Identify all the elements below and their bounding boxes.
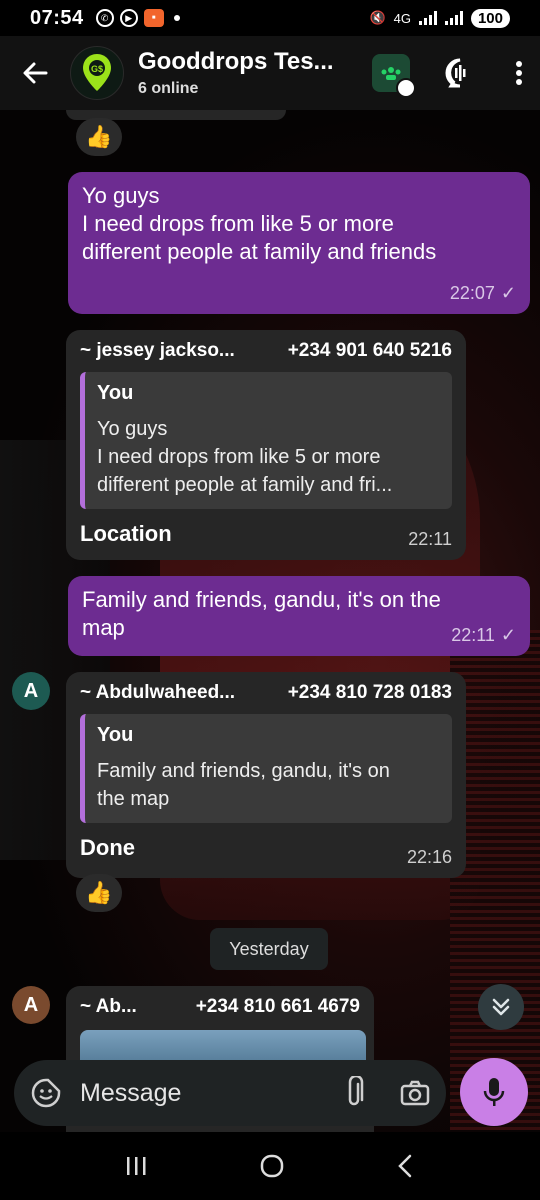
quoted-line: Family and friends, gandu, it's on — [97, 760, 390, 782]
message-line: different people at family and friends — [82, 239, 437, 264]
whatsapp-notification-icon: ✆ — [95, 9, 114, 27]
signal-icon — [418, 11, 437, 25]
more-vertical-icon — [516, 61, 522, 85]
quoted-line: Yo guys — [97, 418, 168, 440]
single-check-icon: ✓ — [500, 283, 516, 303]
message-meta: 22:07 ✓ — [450, 283, 516, 304]
outgoing-message[interactable]: Family and friends, gandu, it's on the m… — [68, 576, 530, 656]
outgoing-message[interactable]: Yo guys I need drops from like 5 or more… — [68, 172, 530, 314]
signal-2-icon — [444, 11, 463, 25]
reaction-thumbs-up[interactable]: 👍 — [76, 118, 122, 156]
message-text: Yo guys I need drops from like 5 or more… — [82, 182, 516, 266]
sender-phone[interactable]: +234 810 661 4679 — [196, 996, 360, 1018]
quoted-author: You — [97, 724, 134, 746]
status-bar: 07:54 ✆ ▶ ■ 🔇 4G 100 — [0, 0, 540, 36]
recent-apps-icon[interactable] — [125, 1155, 149, 1177]
quoted-text: Family and friends, gandu, it's on the m… — [97, 757, 440, 813]
system-nav-bar — [0, 1132, 540, 1200]
message-line: Family and friends, gandu, it's on the — [82, 587, 441, 612]
youtube-notification-icon: ▶ — [119, 9, 138, 27]
message-time: 22:16 — [406, 847, 452, 867]
sender-phone[interactable]: +234 810 728 0183 — [288, 682, 452, 704]
quoted-message[interactable]: You Family and friends, gandu, it's on t… — [80, 714, 452, 823]
sender-name[interactable]: ~ jessey jackso... — [80, 340, 235, 362]
date-separator: Yesterday — [210, 928, 328, 970]
attach-icon[interactable] — [342, 1076, 366, 1110]
app-notification-icon: ■ — [143, 9, 164, 27]
chat-area[interactable]: 👍 Yo guys I need drops from like 5 or mo… — [0, 110, 540, 1132]
more-notifications-icon — [173, 15, 180, 21]
message-meta: 22:11 — [408, 529, 452, 550]
sender-row: ~ Ab... +234 810 661 4679 — [80, 996, 360, 1018]
sender-avatar[interactable]: A — [12, 672, 50, 710]
chevron-down-icon — [396, 78, 416, 98]
overflow-menu-button[interactable] — [504, 51, 534, 95]
message-line: I need drops from like 5 or more — [82, 211, 394, 236]
quoted-line: different people at family and fri... — [97, 474, 393, 496]
sender-name[interactable]: ~ Ab... — [80, 996, 137, 1018]
back-arrow-icon — [23, 62, 48, 84]
group-avatar[interactable]: G$ — [70, 46, 124, 100]
message-time: 22:11 — [451, 625, 495, 645]
back-nav-icon[interactable] — [395, 1153, 415, 1179]
voice-record-button[interactable] — [460, 1058, 528, 1126]
voice-chat-icon — [445, 58, 466, 88]
chat-title-area[interactable]: Gooddrops Tes... 6 online — [138, 48, 358, 98]
quoted-message[interactable]: You Yo guys I need drops from like 5 or … — [80, 372, 452, 509]
sender-phone[interactable]: +234 901 640 5216 — [288, 340, 452, 362]
message-line: Yo guys — [82, 183, 160, 208]
sticker-icon[interactable] — [30, 1077, 62, 1109]
sender-row: ~ jessey jackso... +234 901 640 5216 — [80, 340, 452, 362]
quoted-text: Yo guys I need drops from like 5 or more… — [97, 415, 440, 499]
system-status: 🔇 4G 100 — [369, 8, 510, 28]
incoming-message[interactable]: ~ jessey jackso... +234 901 640 5216 You… — [66, 330, 466, 560]
voice-chat-button[interactable] — [438, 51, 482, 95]
message-meta: 22:16 — [407, 847, 452, 868]
message-input[interactable]: Message — [80, 1079, 342, 1108]
community-button[interactable] — [372, 54, 416, 98]
location-pin-icon: G$ — [83, 54, 111, 91]
sender-avatar[interactable]: A — [12, 986, 50, 1024]
sender-row: ~ Abdulwaheed... +234 810 728 0183 — [80, 682, 452, 704]
message-text: Location — [80, 521, 172, 546]
microphone-icon — [483, 1078, 505, 1106]
back-button[interactable] — [0, 36, 70, 110]
status-time: 07:54 — [30, 6, 84, 29]
chat-title: Gooddrops Tes... — [138, 48, 334, 75]
chat-header: G$ Gooddrops Tes... 6 online — [0, 36, 540, 110]
notification-icons: ✆ ▶ ■ — [95, 9, 180, 27]
message-composer: Message — [14, 1060, 446, 1126]
network-type: 4G — [393, 10, 411, 26]
camera-icon[interactable] — [400, 1080, 430, 1106]
reaction-thumbs-up[interactable]: 👍 — [76, 874, 122, 912]
single-check-icon: ✓ — [500, 625, 516, 645]
message-meta: 22:11 ✓ — [451, 625, 516, 646]
quoted-line: I need drops from like 5 or more — [97, 446, 381, 468]
message-text: Done — [80, 835, 135, 860]
mute-icon: 🔇 — [369, 10, 386, 25]
community-icon — [381, 67, 401, 80]
quoted-author: You — [97, 382, 134, 404]
message-time: 22:07 — [449, 283, 495, 303]
online-count: 6 online — [138, 80, 199, 97]
double-chevron-down-icon — [492, 998, 510, 1016]
incoming-message[interactable]: ~ Abdulwaheed... +234 810 728 0183 You F… — [66, 672, 466, 878]
sender-name[interactable]: ~ Abdulwaheed... — [80, 682, 235, 704]
scroll-to-bottom-button[interactable] — [478, 984, 524, 1030]
quoted-line: the map — [97, 788, 170, 810]
home-icon[interactable] — [259, 1153, 285, 1179]
message-time: 22:11 — [408, 529, 452, 549]
svg-text:G$: G$ — [91, 64, 103, 74]
battery-indicator: 100 — [470, 8, 510, 28]
